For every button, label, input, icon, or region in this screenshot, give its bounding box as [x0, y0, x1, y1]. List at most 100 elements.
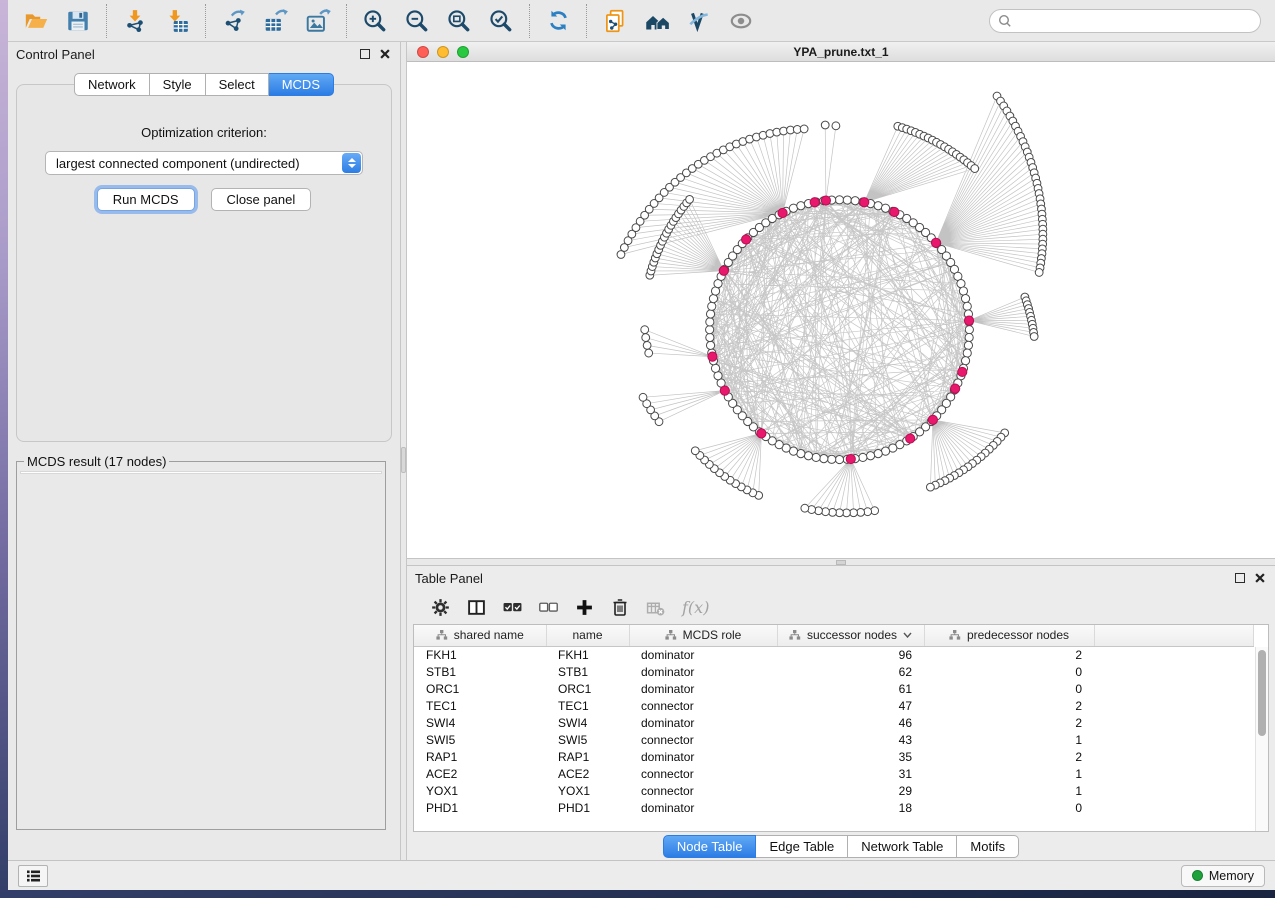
tab-network[interactable]: Network [74, 73, 150, 96]
delete-table-button[interactable] [646, 599, 665, 616]
toolbar-group-zoom [346, 4, 529, 38]
control-panel: Control Panel Network Style Select MCDS … [8, 42, 400, 860]
select-stepper-icon [342, 153, 361, 173]
column-header-mcds-role[interactable]: MCDS role [629, 625, 777, 646]
split-table-icon [467, 598, 486, 617]
network-window: YPA_prune.txt_1 [407, 42, 1275, 558]
splitter-grip[interactable] [401, 447, 406, 473]
function-builder-button[interactable]: f(x) [682, 598, 709, 617]
column-header-name[interactable]: name [546, 625, 629, 646]
maximize-window-icon[interactable] [457, 46, 469, 58]
export-table-button[interactable] [261, 6, 291, 36]
table-row[interactable]: YOX1YOX1connector 291 [414, 782, 1254, 799]
memory-status-icon [1192, 870, 1203, 881]
close-window-icon[interactable] [417, 46, 429, 58]
tab-node-table[interactable]: Node Table [663, 835, 757, 858]
table-row[interactable]: SWI4SWI4dominator 462 [414, 714, 1254, 731]
toolbar-group-export [205, 4, 346, 38]
criterion-selected-value: largest connected component (undirected) [56, 156, 300, 171]
import-table-button[interactable] [162, 6, 192, 36]
network-canvas-area [407, 62, 1275, 558]
control-panel-title: Control Panel [16, 47, 95, 62]
open-session-button[interactable] [21, 6, 51, 36]
search-input[interactable] [1017, 14, 1252, 28]
export-network-button[interactable] [219, 6, 249, 36]
show-columns-button[interactable] [467, 598, 486, 617]
run-mcds-button[interactable]: Run MCDS [97, 188, 195, 211]
task-history-button[interactable] [18, 865, 48, 887]
import-network-button[interactable] [120, 6, 150, 36]
export-image-button[interactable] [303, 6, 333, 36]
tab-select[interactable]: Select [206, 73, 269, 96]
status-bar: Memory [8, 860, 1275, 890]
table-row[interactable]: PHD1PHD1dominator 180 [414, 799, 1254, 816]
network-titlebar[interactable]: YPA_prune.txt_1 [407, 42, 1275, 62]
select-all-columns-button[interactable] [503, 602, 522, 613]
table-toolbar: f(x) [407, 590, 1275, 624]
clone-network-button[interactable] [600, 6, 630, 36]
sitemap-icon [949, 630, 961, 640]
tab-motifs[interactable]: Motifs [957, 835, 1019, 858]
unselect-all-columns-button[interactable] [539, 602, 558, 613]
gear-icon [431, 598, 450, 617]
graphics-details-button[interactable] [726, 6, 756, 36]
column-header-shared-name[interactable]: shared name [414, 625, 546, 646]
table-settings-button[interactable] [431, 598, 450, 617]
close-panel-icon[interactable] [1255, 573, 1265, 583]
table-row[interactable]: SWI5SWI5connector 431 [414, 731, 1254, 748]
delete-column-button[interactable] [611, 597, 629, 617]
network-graph[interactable] [407, 62, 1275, 557]
tab-mcds[interactable]: MCDS [269, 73, 334, 96]
v-slash-icon [686, 8, 712, 34]
mcds-result-list[interactable]: PHD1CAR1STP4TID3YOX1SWI4SRD1PMA2FKH1ACE2… [20, 471, 382, 474]
float-panel-icon[interactable] [360, 49, 370, 59]
table-row[interactable]: TEC1TEC1connector 472 [414, 697, 1254, 714]
zoom-selected-button[interactable] [486, 6, 516, 36]
criterion-select[interactable]: largest connected component (undirected) [45, 151, 363, 175]
vertical-splitter[interactable] [400, 42, 407, 860]
table-row[interactable]: FKH1FKH1dominator 962 [414, 646, 1254, 663]
tab-network-table[interactable]: Network Table [848, 835, 957, 858]
create-column-button[interactable] [575, 598, 594, 617]
delete-table-icon [646, 599, 665, 616]
sitemap-icon [665, 630, 677, 640]
table-scrollbar[interactable] [1255, 647, 1268, 831]
show-all-networks-button[interactable] [642, 6, 672, 36]
float-panel-icon[interactable] [1235, 573, 1245, 583]
column-header-predecessor-nodes[interactable]: predecessor nodes [924, 625, 1094, 646]
horizontal-splitter[interactable] [407, 558, 1275, 566]
memory-button[interactable]: Memory [1181, 865, 1265, 887]
close-panel-button[interactable]: Close panel [211, 188, 312, 211]
fx-icon: f(x) [682, 598, 709, 617]
main-toolbar [8, 0, 1275, 42]
table-row[interactable]: RAP1RAP1dominator 352 [414, 748, 1254, 765]
minimize-window-icon[interactable] [437, 46, 449, 58]
optimization-criterion-label: Optimization criterion: [17, 125, 391, 140]
table-row[interactable]: ACE2ACE2connector 311 [414, 765, 1254, 782]
close-panel-icon[interactable] [380, 49, 390, 59]
mcds-result-item[interactable]: PHD1 [26, 473, 381, 474]
refresh-button[interactable] [543, 6, 573, 36]
column-header-successor-nodes[interactable]: successor nodes [777, 625, 924, 646]
zoom-fit-icon [446, 8, 472, 34]
save-session-button[interactable] [63, 6, 93, 36]
node-table-container: shared name name MCDS role successor nod… [413, 624, 1269, 832]
zoom-in-button[interactable] [360, 6, 390, 36]
tab-edge-table[interactable]: Edge Table [756, 835, 848, 858]
tab-style[interactable]: Style [150, 73, 206, 96]
trash-icon [611, 597, 629, 617]
main-area: Control Panel Network Style Select MCDS … [8, 42, 1275, 860]
eye-icon [728, 8, 754, 34]
export-image-icon [305, 8, 331, 34]
column-header-filler [1094, 625, 1254, 646]
zoom-fit-button[interactable] [444, 6, 474, 36]
hide-style-button[interactable] [684, 6, 714, 36]
sitemap-icon [789, 630, 801, 640]
splitter-grip[interactable] [836, 560, 846, 565]
zoom-out-button[interactable] [402, 6, 432, 36]
table-row[interactable]: STB1STB1dominator 620 [414, 663, 1254, 680]
table-scrollbar-thumb[interactable] [1258, 650, 1266, 736]
double-house-icon [644, 7, 671, 34]
table-row[interactable]: ORC1ORC1dominator 610 [414, 680, 1254, 697]
search-box[interactable] [989, 9, 1261, 33]
